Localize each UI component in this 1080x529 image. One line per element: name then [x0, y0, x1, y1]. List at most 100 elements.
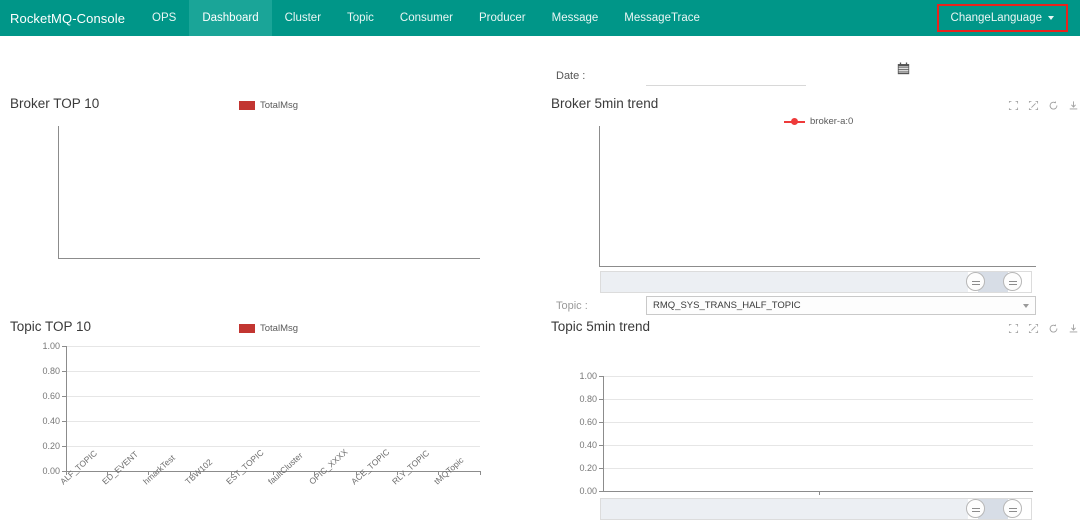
datazoom-topic-trend[interactable]	[600, 498, 1032, 520]
topic-trend-x-axis	[603, 491, 1033, 492]
change-language-dropdown[interactable]: ChangeLanguage	[936, 4, 1068, 32]
topic-top10-ytick: 0.00	[42, 466, 60, 476]
topic-top10-xtick: RLY_TOPIC	[390, 447, 432, 487]
topic-top10-y-axis	[66, 346, 67, 471]
datazoom-broker-trend[interactable]	[600, 271, 1032, 293]
legend-swatch-totalmsg	[239, 101, 255, 110]
panel-title-broker-top10: Broker TOP 10	[10, 96, 100, 111]
topic-top10-ytickmark	[62, 396, 66, 397]
topic-trend-xtickmark	[819, 491, 820, 495]
refresh-icon[interactable]	[1048, 100, 1059, 111]
chart-broker-top10[interactable]	[10, 126, 480, 271]
topic-top10-ytickmark	[62, 446, 66, 447]
broker-top10-y-axis	[58, 126, 59, 258]
topic-top10-ytick: 0.20	[42, 441, 60, 451]
legend-label-totalmsg: TotalMsg	[260, 323, 299, 334]
topic-top10-xtick: ACE_TOPIC	[349, 446, 392, 487]
topic-trend-gridline	[603, 468, 1033, 469]
nav-item-topic[interactable]: Topic	[334, 0, 387, 36]
chart-topic-top10[interactable]: 1.00 0.80 0.60 0.40 0.20 0.00 ALF_TOPIC …	[10, 341, 481, 526]
topic-select-value: RMQ_SYS_TRANS_HALF_TOPIC	[653, 300, 801, 311]
calendar-icon[interactable]	[897, 62, 910, 75]
topic-top10-gridline	[66, 371, 480, 372]
navbar-right-group: ChangeLanguage	[936, 0, 1080, 36]
topic-trend-ytick: 0.80	[579, 394, 597, 404]
chart-topic-trend[interactable]: 1.00 0.80 0.60 0.40 0.20 0.00 10:07:30	[551, 366, 1051, 507]
topic-trend-gridline	[603, 399, 1033, 400]
topic-trend-ytickmark	[599, 468, 603, 469]
date-input[interactable]	[646, 67, 806, 86]
topic-top10-xtick: ALF_TOPIC	[58, 448, 99, 487]
topic-top10-ytick: 0.80	[42, 366, 60, 376]
date-label: Date :	[556, 69, 586, 82]
topic-top10-ytickmark	[62, 421, 66, 422]
datazoom-topic-handle-left[interactable]	[966, 499, 985, 518]
topic-trend-ytick: 1.00	[579, 371, 597, 381]
topic-top10-xtick: OPIC_XXXX	[307, 446, 350, 487]
legend-topic-top10[interactable]: TotalMsg	[239, 323, 298, 334]
topic-top10-gridline	[66, 421, 480, 422]
change-language-label: ChangeLanguage	[950, 12, 1042, 24]
download-icon[interactable]	[1068, 100, 1079, 111]
topic-trend-ytickmark	[599, 422, 603, 423]
nav-item-cluster[interactable]: Cluster	[272, 0, 334, 36]
topic-trend-ytickmark	[599, 445, 603, 446]
topic-trend-ytick: 0.00	[579, 486, 597, 496]
zoom-restore-area-icon[interactable]	[1028, 323, 1039, 334]
zoom-area-icon[interactable]	[1008, 323, 1019, 334]
topic-top10-gridline	[66, 346, 480, 347]
topic-select[interactable]: RMQ_SYS_TRANS_HALF_TOPIC	[646, 296, 1036, 315]
toolbox-topic-trend	[1008, 323, 1079, 334]
topic-top10-ytickmark	[62, 371, 66, 372]
panel-title-topic-top10: Topic TOP 10	[10, 319, 92, 334]
datazoom-broker-handle-left[interactable]	[966, 272, 985, 291]
panel-title-broker-trend: Broker 5min trend	[551, 96, 659, 111]
topic-trend-gridline	[603, 445, 1033, 446]
nav-item-message[interactable]: Message	[539, 0, 612, 36]
topic-top10-xtick: ED_EVENT	[100, 448, 141, 487]
download-icon[interactable]	[1068, 323, 1079, 334]
date-filter-row: Date :	[556, 62, 910, 86]
broker-trend-y-axis	[599, 126, 600, 266]
topic-trend-gridline	[603, 376, 1033, 377]
chart-broker-trend[interactable]	[551, 126, 1051, 276]
topic-trend-ytick: 0.20	[579, 463, 597, 473]
datazoom-topic-fill	[601, 499, 968, 519]
topic-trend-ytick: 0.40	[579, 440, 597, 450]
chevron-down-icon	[1023, 304, 1029, 308]
zoom-area-icon[interactable]	[1008, 100, 1019, 111]
nav-item-ops[interactable]: OPS	[139, 0, 189, 36]
topic-top10-ytick: 1.00	[42, 341, 60, 351]
nav-item-messagetrace[interactable]: MessageTrace	[611, 0, 713, 36]
topic-top10-xtick: EST_TOPIC	[224, 447, 266, 487]
topic-filter-row: Topic : RMQ_SYS_TRANS_HALF_TOPIC	[556, 296, 1036, 315]
topic-top10-gridline	[66, 396, 480, 397]
topic-trend-gridline	[603, 422, 1033, 423]
topic-trend-ytick: 0.60	[579, 417, 597, 427]
legend-label-totalmsg: TotalMsg	[260, 100, 299, 111]
zoom-restore-area-icon[interactable]	[1028, 100, 1039, 111]
topic-trend-y-axis	[603, 376, 604, 491]
topic-top10-gridline	[66, 446, 480, 447]
datazoom-topic-handle-right[interactable]	[1003, 499, 1022, 518]
date-input-wrap	[646, 62, 910, 86]
legend-marker-broker-a0	[784, 118, 805, 125]
topic-top10-xtickmark	[480, 471, 481, 475]
chevron-down-icon	[1048, 16, 1054, 20]
nav-item-consumer[interactable]: Consumer	[387, 0, 466, 36]
datazoom-broker-fill	[601, 272, 968, 292]
app-brand[interactable]: RocketMQ-Console	[0, 0, 139, 36]
datazoom-broker-handle-right[interactable]	[1003, 272, 1022, 291]
nav-item-producer[interactable]: Producer	[466, 0, 539, 36]
panel-title-topic-trend: Topic 5min trend	[551, 319, 651, 334]
refresh-icon[interactable]	[1048, 323, 1059, 334]
legend-swatch-totalmsg	[239, 324, 255, 333]
topic-trend-ytickmark	[599, 399, 603, 400]
toolbox-broker-trend	[1008, 100, 1079, 111]
nav-item-dashboard[interactable]: Dashboard	[189, 0, 272, 36]
broker-trend-x-axis	[599, 266, 1036, 267]
topic-trend-ytickmark	[599, 376, 603, 377]
topic-top10-ytick: 0.60	[42, 391, 60, 401]
broker-top10-x-axis	[58, 258, 480, 259]
legend-broker-top10[interactable]: TotalMsg	[239, 100, 298, 111]
